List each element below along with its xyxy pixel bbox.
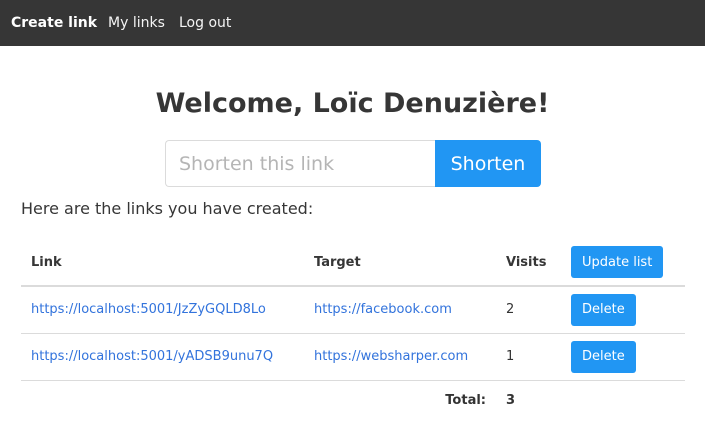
table-row: https://localhost:5001/yADSB9unu7Q https… — [21, 333, 685, 381]
navbar: Create link My links Log out — [0, 0, 705, 46]
delete-button[interactable]: Delete — [571, 340, 636, 373]
update-list-button[interactable]: Update list — [571, 246, 664, 278]
total-label: Total: — [304, 379, 496, 420]
cell-link: https://localhost:5001/yADSB9unu7Q — [21, 333, 304, 381]
shorten-button[interactable]: Shorten — [435, 140, 541, 187]
cell-actions: Delete — [561, 333, 685, 381]
header-actions: Update list — [561, 239, 685, 287]
table-total-row: Total: 3 — [21, 379, 685, 420]
page-title: Welcome, Loïc Denuzière! — [155, 88, 550, 119]
cell-visits: 1 — [496, 333, 561, 381]
short-link[interactable]: https://localhost:5001/JzZyGQLD8Lo — [31, 302, 266, 317]
cell-actions: Delete — [561, 286, 685, 334]
nav-log-out[interactable]: Log out — [179, 0, 231, 46]
header-target: Target — [304, 239, 496, 287]
header-visits: Visits — [496, 239, 561, 287]
shorten-input[interactable] — [165, 140, 435, 187]
target-link[interactable]: https://websharper.com — [314, 349, 468, 364]
cell-link: https://localhost:5001/JzZyGQLD8Lo — [21, 286, 304, 334]
cell-target: https://websharper.com — [304, 333, 496, 381]
cell-target: https://facebook.com — [304, 286, 496, 334]
target-link[interactable]: https://facebook.com — [314, 302, 452, 317]
delete-button[interactable]: Delete — [571, 293, 636, 326]
cell-visits: 2 — [496, 286, 561, 334]
short-link[interactable]: https://localhost:5001/yADSB9unu7Q — [31, 349, 273, 364]
links-intro-text: Here are the links you have created: — [21, 199, 314, 218]
total-spacer — [21, 379, 304, 420]
nav-create-link[interactable]: Create link — [11, 0, 97, 46]
table-row: https://localhost:5001/JzZyGQLD8Lo https… — [21, 286, 685, 334]
table-header-row: Link Target Visits Update list — [21, 239, 685, 287]
nav-my-links[interactable]: My links — [108, 0, 165, 46]
shorten-form: Shorten — [165, 140, 541, 187]
total-value: 3 — [496, 379, 561, 420]
total-actions-spacer — [561, 379, 685, 420]
links-table: Link Target Visits Update list https://l… — [21, 239, 685, 420]
header-link: Link — [21, 239, 304, 287]
